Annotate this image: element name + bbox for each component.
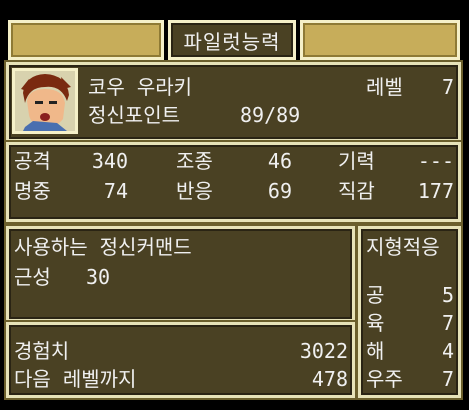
terrain-value: 5 (441, 283, 454, 307)
exp-value: 3022 (299, 339, 348, 363)
terrain-value: 7 (441, 311, 454, 335)
stat-value: --- (417, 149, 454, 173)
level-value: 7 (441, 75, 454, 99)
terrain-label: 육 (366, 311, 385, 335)
sp-value: 89/89 (240, 103, 301, 127)
pilot-face-icon (15, 71, 75, 131)
stat-value: 74 (103, 179, 128, 203)
terrain-label: 공 (366, 283, 385, 307)
next-level-value: 478 (311, 367, 348, 391)
stat-label: 기력 (338, 149, 375, 173)
header-decoration-right (300, 20, 460, 60)
terrain-value: 4 (441, 339, 454, 363)
pilot-name: 코우 우라키 (88, 75, 193, 99)
header-decoration-left (8, 20, 164, 60)
stat-value: 46 (267, 149, 292, 173)
terrain-label: 우주 (366, 367, 403, 391)
stat-label: 반응 (176, 179, 213, 203)
pilot-portrait (12, 68, 78, 134)
stat-value: 69 (267, 179, 292, 203)
terrain-label: 해 (366, 339, 385, 363)
stat-label: 공격 (14, 149, 51, 173)
level-label: 레벨 (366, 75, 403, 99)
exp-label: 경험치 (14, 339, 70, 363)
stat-label: 조종 (176, 149, 213, 173)
spirit-command-header: 사용하는 정신커맨드 (14, 235, 192, 259)
spirit-command-cost: 30 (86, 265, 111, 289)
spirit-command-name[interactable]: 근성 (14, 266, 51, 288)
terrain-value: 7 (441, 367, 454, 391)
next-level-label: 다음 레벨까지 (14, 367, 137, 391)
stat-value: 177 (417, 179, 454, 203)
sp-label: 정신포인트 (88, 103, 180, 127)
stat-label: 직감 (338, 179, 375, 203)
stat-label: 명중 (14, 179, 51, 203)
terrain-header: 지형적응 (366, 235, 440, 259)
page-title: 파일럿능력 (168, 20, 296, 60)
stat-value: 340 (91, 149, 128, 173)
